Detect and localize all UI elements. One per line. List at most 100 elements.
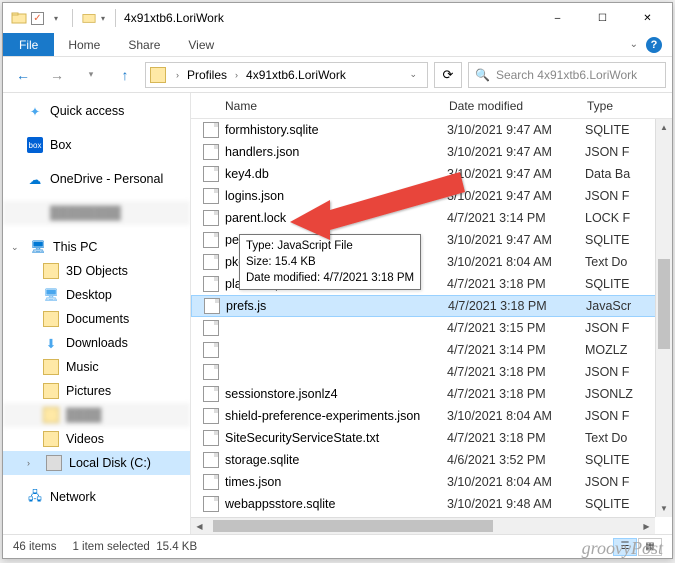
file-icon [203, 474, 219, 490]
nav-documents[interactable]: Documents [3, 307, 190, 331]
scroll-up-icon[interactable]: ▲ [656, 119, 672, 136]
breadcrumb-segment[interactable]: 4x91xtb6.LoriWork [242, 68, 350, 82]
back-button[interactable]: ← [9, 61, 37, 89]
nav-box[interactable]: boxBox [3, 133, 190, 157]
status-item-count: 46 items [13, 541, 56, 553]
nav-network[interactable]: 🖧Network [3, 485, 190, 509]
file-name: times.json [225, 475, 447, 489]
breadcrumb-segment[interactable]: Profiles [183, 68, 231, 82]
file-row[interactable]: logins.json3/10/2021 9:47 AMJSON F [191, 185, 672, 207]
file-tab[interactable]: File [3, 33, 54, 56]
chevron-right-icon[interactable]: › [172, 70, 183, 80]
column-name[interactable]: Name [191, 99, 441, 113]
box-icon: box [27, 137, 43, 153]
downloads-icon: ⬇ [43, 335, 59, 351]
file-row[interactable]: times.json3/10/2021 8:04 AMJSON F [191, 471, 672, 493]
file-row[interactable]: prefs.js4/7/2021 3:18 PMJavaScr [191, 295, 672, 317]
file-date: 4/7/2021 3:15 PM [447, 321, 585, 335]
disk-icon [46, 455, 62, 471]
chevron-right-icon[interactable]: › [231, 70, 242, 80]
qat-dropdown-icon[interactable]: ▾ [48, 10, 64, 26]
tab-view[interactable]: View [174, 33, 228, 56]
scrollbar-thumb[interactable] [658, 259, 670, 349]
navigation-pane: ✦Quick access boxBox ☁OneDrive - Persona… [3, 93, 190, 534]
scroll-left-icon[interactable]: ◀ [191, 518, 208, 534]
nav-onedrive[interactable]: ☁OneDrive - Personal [3, 167, 190, 191]
up-button[interactable]: ↑ [111, 61, 139, 89]
maximize-button[interactable]: ☐ [580, 3, 625, 33]
search-input[interactable]: 🔍 Search 4x91xtb6.LoriWork [468, 62, 666, 88]
folder-icon [43, 407, 59, 423]
breadcrumb-dropdown-icon[interactable]: ⌄ [403, 69, 423, 80]
qat-chevron-icon[interactable]: ▾ [101, 14, 105, 23]
file-row[interactable]: webappsstore.sqlite3/10/2021 9:48 AMSQLI… [191, 493, 672, 515]
window-title: 4x91xtb6.LoriWork [124, 11, 224, 25]
forward-button[interactable]: → [43, 61, 71, 89]
file-date: 3/10/2021 9:47 AM [447, 145, 585, 159]
minimize-button[interactable]: – [535, 3, 580, 33]
help-button[interactable]: ? [646, 37, 662, 53]
tooltip-modified: Date modified: 4/7/2021 3:18 PM [246, 270, 414, 286]
column-type[interactable]: Type [579, 99, 672, 113]
tab-home[interactable]: Home [54, 33, 114, 56]
scrollbar-vertical[interactable]: ▲ ▼ [655, 119, 672, 517]
nav-videos[interactable]: Videos [3, 427, 190, 451]
nav-music[interactable]: Music [3, 355, 190, 379]
nav-this-pc[interactable]: ⌄🖥This PC [3, 235, 190, 259]
titlebar: ✓ ▾ ▾ 4x91xtb6.LoriWork – ☐ ✕ [3, 3, 672, 33]
music-icon [43, 359, 59, 375]
videos-icon [43, 431, 59, 447]
cloud-icon: ☁ [27, 171, 43, 187]
file-list[interactable]: formhistory.sqlite3/10/2021 9:47 AMSQLIT… [191, 119, 672, 534]
file-date: 3/10/2021 8:04 AM [447, 409, 585, 423]
file-row[interactable]: key4.db3/10/2021 9:47 AMData Ba [191, 163, 672, 185]
breadcrumb[interactable]: › Profiles › 4x91xtb6.LoriWork ⌄ [145, 62, 428, 88]
nav-3d-objects[interactable]: 3D Objects [3, 259, 190, 283]
file-row[interactable]: SiteSecurityServiceState.txt4/7/2021 3:1… [191, 427, 672, 449]
file-row[interactable]: 4/7/2021 3:18 PMJSON F [191, 361, 672, 383]
file-row[interactable]: storage.sqlite4/6/2021 3:52 PMSQLITE [191, 449, 672, 471]
file-date: 3/10/2021 9:47 AM [447, 167, 585, 181]
desktop-icon: 🖥 [43, 287, 59, 303]
file-row[interactable]: 4/7/2021 3:14 PMMOZLZ [191, 339, 672, 361]
ribbon-expand-icon[interactable]: ⌄ [622, 33, 646, 56]
file-date: 4/6/2021 3:52 PM [447, 453, 585, 467]
details-view-button[interactable]: ☰ [613, 538, 637, 556]
nav-local-disk[interactable]: ›Local Disk (C:) [3, 451, 190, 475]
nav-downloads[interactable]: ⬇Downloads [3, 331, 190, 355]
close-button[interactable]: ✕ [625, 3, 670, 33]
folder-icon [150, 67, 166, 83]
nav-item-blurred[interactable]: ████████ [3, 201, 190, 225]
file-icon [203, 430, 219, 446]
file-icon [203, 254, 219, 270]
file-date: 3/10/2021 9:47 AM [447, 189, 585, 203]
nav-pictures[interactable]: Pictures [3, 379, 190, 403]
file-name: SiteSecurityServiceState.txt [225, 431, 447, 445]
scrollbar-thumb[interactable] [213, 520, 493, 532]
search-placeholder: Search 4x91xtb6.LoriWork [496, 68, 637, 82]
tab-share[interactable]: Share [114, 33, 174, 56]
file-row[interactable]: formhistory.sqlite3/10/2021 9:47 AMSQLIT… [191, 119, 672, 141]
chevron-right-icon[interactable]: › [27, 458, 39, 468]
nav-item-blurred[interactable]: ████ [3, 403, 190, 427]
documents-icon [43, 311, 59, 327]
file-icon [203, 144, 219, 160]
chevron-down-icon[interactable]: ⌄ [11, 242, 23, 253]
file-icon [203, 386, 219, 402]
column-date[interactable]: Date modified [441, 99, 579, 113]
file-row[interactable]: shield-preference-experiments.json3/10/2… [191, 405, 672, 427]
file-row[interactable]: parent.lock4/7/2021 3:14 PMLOCK F [191, 207, 672, 229]
checkbox-icon[interactable]: ✓ [31, 12, 44, 25]
nav-quick-access[interactable]: ✦Quick access [3, 99, 190, 123]
file-row[interactable]: sessionstore.jsonlz44/7/2021 3:18 PMJSON… [191, 383, 672, 405]
scrollbar-horizontal[interactable]: ◀ ▶ [191, 517, 655, 534]
file-row[interactable]: handlers.json3/10/2021 9:47 AMJSON F [191, 141, 672, 163]
thumbnails-view-button[interactable]: ▦ [638, 538, 662, 556]
recent-dropdown[interactable]: ▾ [77, 61, 105, 89]
scroll-down-icon[interactable]: ▼ [656, 500, 672, 517]
scroll-right-icon[interactable]: ▶ [638, 518, 655, 534]
file-name: formhistory.sqlite [225, 123, 447, 137]
refresh-button[interactable]: ⟳ [434, 62, 462, 88]
file-row[interactable]: 4/7/2021 3:15 PMJSON F [191, 317, 672, 339]
nav-desktop[interactable]: 🖥Desktop [3, 283, 190, 307]
